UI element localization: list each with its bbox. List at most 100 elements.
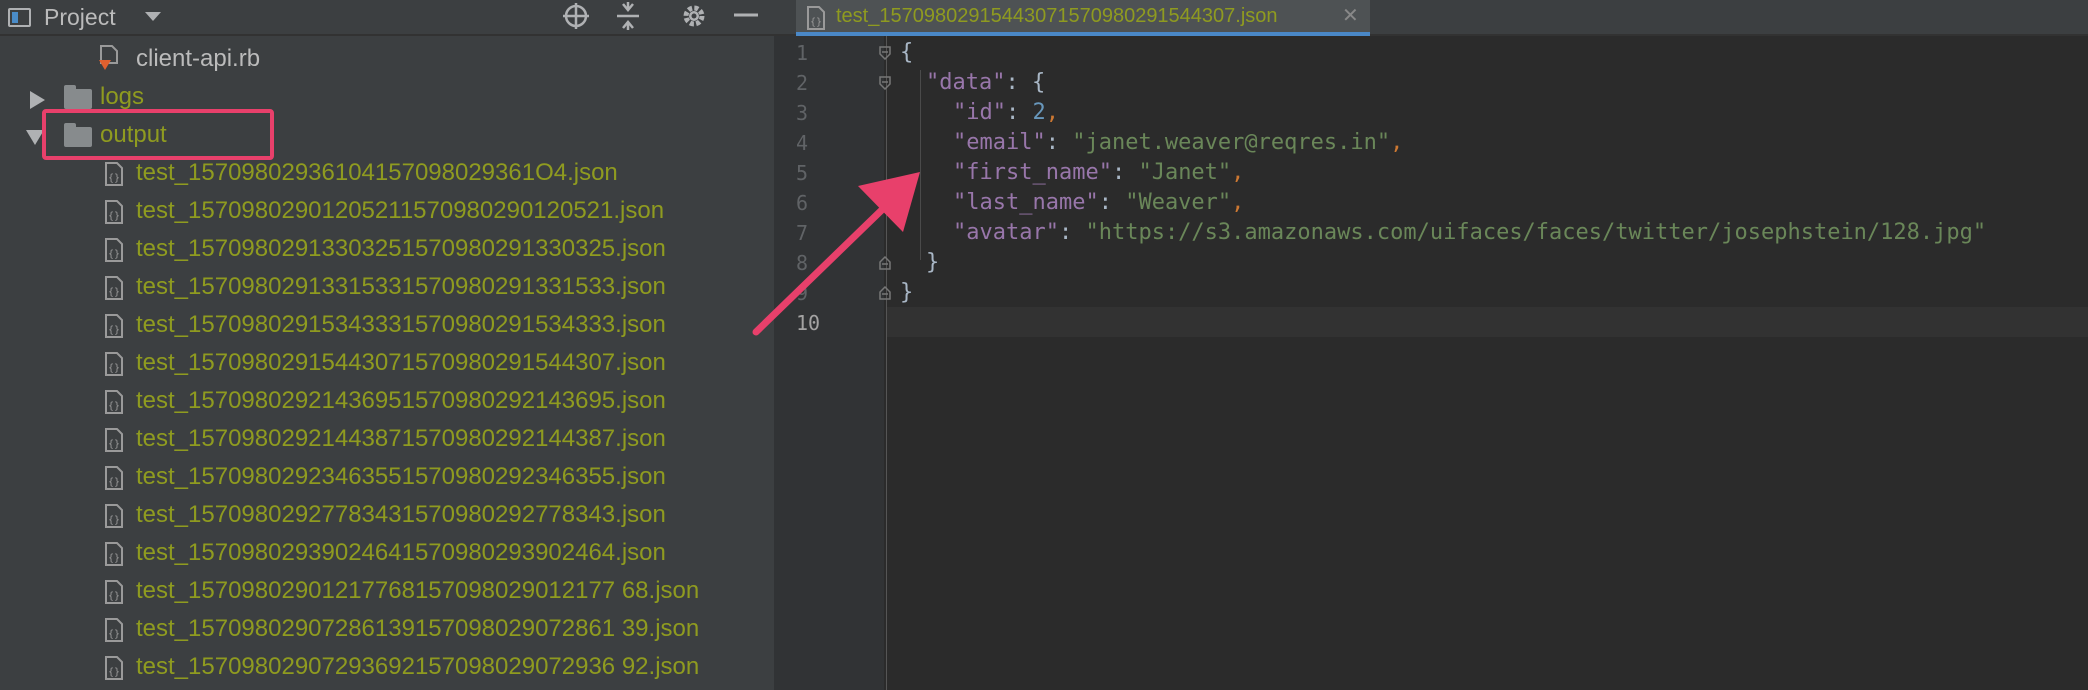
collapse-all-icon[interactable] (612, 0, 644, 32)
current-line-highlight (887, 307, 2088, 337)
tree-item-client-api-rb[interactable]: client-api.rb (0, 40, 774, 78)
code-line-1: { (900, 38, 913, 68)
json-file-icon: {} (105, 618, 123, 642)
line-number: 7 (796, 221, 809, 245)
json-comma: , (1045, 100, 1059, 125)
tree-item-json-file[interactable]: {} test_15709802939024641570980293902464.… (0, 534, 774, 572)
gear-icon[interactable] (678, 0, 710, 32)
project-panel-title[interactable]: Project (44, 2, 116, 32)
json-string: "https://s3.amazonaws.com/uifaces/faces/… (1085, 220, 1987, 245)
tree-item-label: test_15709802901217768157098029012177 68… (136, 577, 700, 604)
svg-text:{}: {} (108, 249, 120, 260)
fold-end-marker-icon[interactable] (878, 256, 892, 270)
tree-item-json-file[interactable]: {} test_15709802913315331570980291331533.… (0, 268, 774, 306)
json-file-icon: {} (105, 200, 123, 224)
line-number: 1 (796, 41, 809, 65)
json-file-icon: {} (105, 580, 123, 604)
editor-tab[interactable]: {} test_15709802915443071570980291544307… (796, 0, 1370, 36)
line-number: 5 (796, 161, 809, 185)
svg-text:{}: {} (108, 363, 120, 374)
json-file-icon: {} (105, 504, 123, 528)
tree-item-json-file[interactable]: {} test_15709802915443071570980291544307.… (0, 344, 774, 382)
tree-item-label: test_15709802901205211570980290120521.js… (136, 197, 665, 224)
tree-item-json-file[interactable]: {} test_15709802921436951570980292143695.… (0, 382, 774, 420)
editor-tab-bar: {} test_15709802915443071570980291544307… (774, 0, 2088, 36)
folder-icon (64, 85, 92, 109)
line-number: 10 (796, 311, 821, 335)
json-colon: : (1111, 160, 1126, 185)
json-key: "first_name" (953, 160, 1112, 185)
project-panel-header: Project (0, 0, 774, 36)
svg-text:{}: {} (810, 17, 822, 28)
tree-item-label: test_15709802907293692157098029072936 92… (136, 653, 700, 680)
svg-text:{}: {} (108, 515, 120, 526)
svg-text:{}: {} (108, 667, 120, 678)
json-number: 2 (1032, 100, 1046, 125)
tree-item-json-file[interactable]: {} test_15709802921443871570980292144387.… (0, 420, 774, 458)
svg-text:{}: {} (108, 173, 120, 184)
json-key: "last_name" (953, 190, 1099, 215)
json-file-icon: {} (105, 276, 123, 300)
json-colon: : (1058, 220, 1073, 245)
json-key: "email" (953, 130, 1046, 155)
tree-item-label: test_15709802921436951570980292143695.js… (136, 387, 666, 414)
line-number: 3 (796, 101, 809, 125)
json-file-icon: {} (105, 656, 123, 680)
editor-tab-label: test_15709802915443071570980291544307.js… (836, 5, 1278, 27)
json-key: "data" (926, 70, 1006, 95)
svg-text:{}: {} (108, 439, 120, 450)
code-line-4: "email": "janet.weaver@reqres.in", (953, 128, 1403, 158)
tree-item-json-file[interactable]: {} test_15709802901205211570980290120521.… (0, 192, 774, 230)
json-file-icon: {} (105, 542, 123, 566)
svg-text:{}: {} (108, 287, 120, 298)
tree-item-json-file[interactable]: {} test_15709802913303251570980291330325.… (0, 230, 774, 268)
json-key: "avatar" (953, 220, 1059, 245)
fold-marker-icon[interactable] (878, 76, 892, 90)
tree-item-json-file[interactable]: {} test_15709802923463551570980292346355.… (0, 458, 774, 496)
expand-arrow-icon[interactable] (30, 91, 45, 109)
tree-item-label: client-api.rb (136, 45, 261, 72)
gutter-divider (886, 36, 887, 690)
json-brace: } (900, 280, 914, 305)
view-dropdown-chevron-down-icon[interactable] (145, 12, 161, 21)
fold-marker-icon[interactable] (878, 46, 892, 60)
json-comma: , (1390, 130, 1404, 155)
json-brace: } (926, 250, 940, 275)
tree-item-json-file[interactable]: {} test_15709802915343331570980291534333.… (0, 306, 774, 344)
tree-item-json-file[interactable]: {} test_15709802901217768157098029012177 … (0, 572, 774, 610)
fold-end-marker-icon[interactable] (878, 286, 892, 300)
code-line-2: "data": { (926, 68, 1045, 98)
line-number: 2 (796, 71, 809, 95)
tree-item-json-file[interactable]: {} test_15709802907286139157098029072861 … (0, 610, 774, 648)
json-comma: , (1231, 160, 1245, 185)
tree-item-label: test_15709802907286139157098029072861 39… (136, 615, 700, 642)
code-area[interactable]: { "data": { "id": 2, "email": "janet.wea… (900, 38, 1986, 313)
line-number: 8 (796, 251, 809, 275)
tree-item-label: test_15709802927783431570980292778343.js… (136, 501, 666, 528)
code-line-3: "id": 2, (953, 98, 1059, 128)
json-brace: { (900, 40, 914, 65)
minimize-icon[interactable] (730, 0, 762, 32)
tree-item-json-file[interactable]: {} test_15709802907293692157098029072936 … (0, 648, 774, 686)
json-file-icon: {} (105, 390, 123, 414)
json-file-icon: {} (807, 6, 825, 30)
svg-text:{}: {} (108, 591, 120, 602)
json-file-icon: {} (105, 238, 123, 262)
code-line-8: } (926, 248, 939, 278)
json-colon: : (1045, 130, 1059, 155)
json-colon: : (1098, 190, 1112, 215)
close-icon[interactable]: ✕ (1342, 2, 1359, 30)
tree-item-label: test_15709802913315331570980291331533.js… (136, 273, 666, 300)
ruby-file-icon (99, 45, 118, 70)
svg-text:{}: {} (108, 553, 120, 564)
locate-icon[interactable] (560, 0, 592, 32)
tree-item-label: test_15709802913303251570980291330325.js… (136, 235, 666, 262)
tree-item-json-file[interactable]: {} test_15709802927783431570980292778343.… (0, 496, 774, 534)
svg-text:{}: {} (108, 325, 120, 336)
line-number: 9 (796, 281, 809, 305)
json-comma: , (1231, 190, 1245, 215)
tree-item-label: test_15709802923463551570980292346355.js… (136, 463, 666, 490)
tree-item-label: test_15709802939024641570980293902464.js… (136, 539, 666, 566)
code-line-9: } (900, 278, 913, 308)
tree-item-label: test_15709802915443071570980291544307.js… (136, 349, 666, 376)
